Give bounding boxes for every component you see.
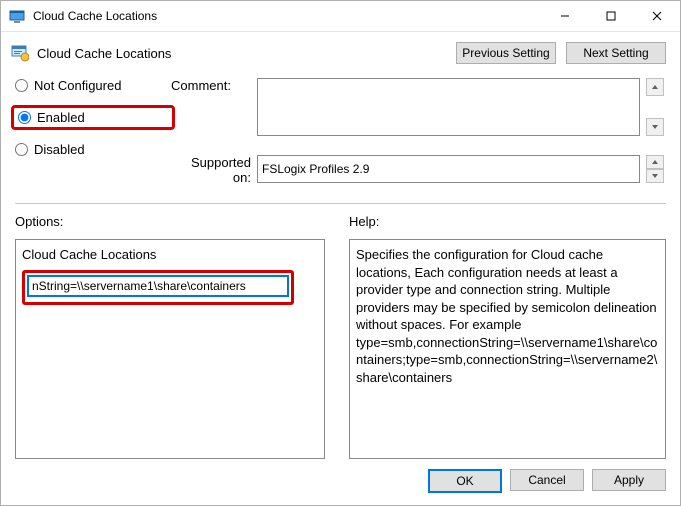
header: Cloud Cache Locations Previous Setting N… [1,32,680,68]
scroll-down-icon[interactable] [646,118,664,136]
lower-area: Options: Cloud Cache Locations Help: Spe… [1,204,680,459]
comment-input[interactable] [257,78,640,136]
policy-icon [11,44,29,62]
radio-not-configured-input[interactable] [15,79,28,92]
radio-disabled-label: Disabled [34,142,85,157]
options-panel: Cloud Cache Locations [15,239,325,459]
supported-scrollbar [646,155,666,183]
radio-enabled-label: Enabled [37,110,85,125]
scroll-up-icon[interactable] [646,78,664,96]
window-title: Cloud Cache Locations [33,9,542,23]
supported-label: Supported on: [171,155,251,185]
cloud-cache-locations-input[interactable] [28,276,288,296]
state-area: Not Configured Enabled Disabled Comment: [1,68,680,185]
app-icon [9,8,25,24]
window-controls [542,1,680,31]
options-label: Options: [15,214,325,229]
comment-scrollbar [646,78,666,136]
options-field-label: Cloud Cache Locations [22,246,318,264]
titlebar: Cloud Cache Locations [1,1,680,32]
close-button[interactable] [634,1,680,31]
supported-box: FSLogix Profiles 2.9 [257,155,640,183]
help-text: Specifies the configuration for Cloud ca… [356,247,657,385]
comment-label: Comment: [171,78,251,93]
apply-button[interactable]: Apply [592,469,666,491]
scroll-down-icon[interactable] [646,169,664,183]
options-column: Options: Cloud Cache Locations [15,214,325,459]
radio-enabled-input[interactable] [18,111,31,124]
highlight-options-input [22,270,294,305]
supported-value: FSLogix Profiles 2.9 [257,155,640,183]
dialog-buttons: OK Cancel Apply [1,459,680,505]
scroll-up-icon[interactable] [646,155,664,169]
cancel-button[interactable]: Cancel [510,469,584,491]
minimize-button[interactable] [542,1,588,31]
maximize-button[interactable] [588,1,634,31]
ok-button[interactable]: OK [428,469,502,493]
radio-not-configured-label: Not Configured [34,78,121,93]
help-column: Help: Specifies the configuration for Cl… [349,214,666,459]
next-setting-button[interactable]: Next Setting [566,42,666,64]
help-panel: Specifies the configuration for Cloud ca… [349,239,666,459]
radio-disabled-input[interactable] [15,143,28,156]
help-label: Help: [349,214,666,229]
highlight-enabled: Enabled [11,105,175,130]
radio-disabled[interactable]: Disabled [15,142,165,157]
previous-setting-button[interactable]: Previous Setting [456,42,556,64]
policy-title: Cloud Cache Locations [37,46,446,61]
radio-enabled[interactable]: Enabled [18,110,162,125]
radio-not-configured[interactable]: Not Configured [15,78,165,93]
comment-box [257,78,640,139]
gpo-editor-window: Cloud Cache Locations Cloud Cache Loca [0,0,681,506]
state-radios: Not Configured Enabled Disabled [15,78,165,157]
